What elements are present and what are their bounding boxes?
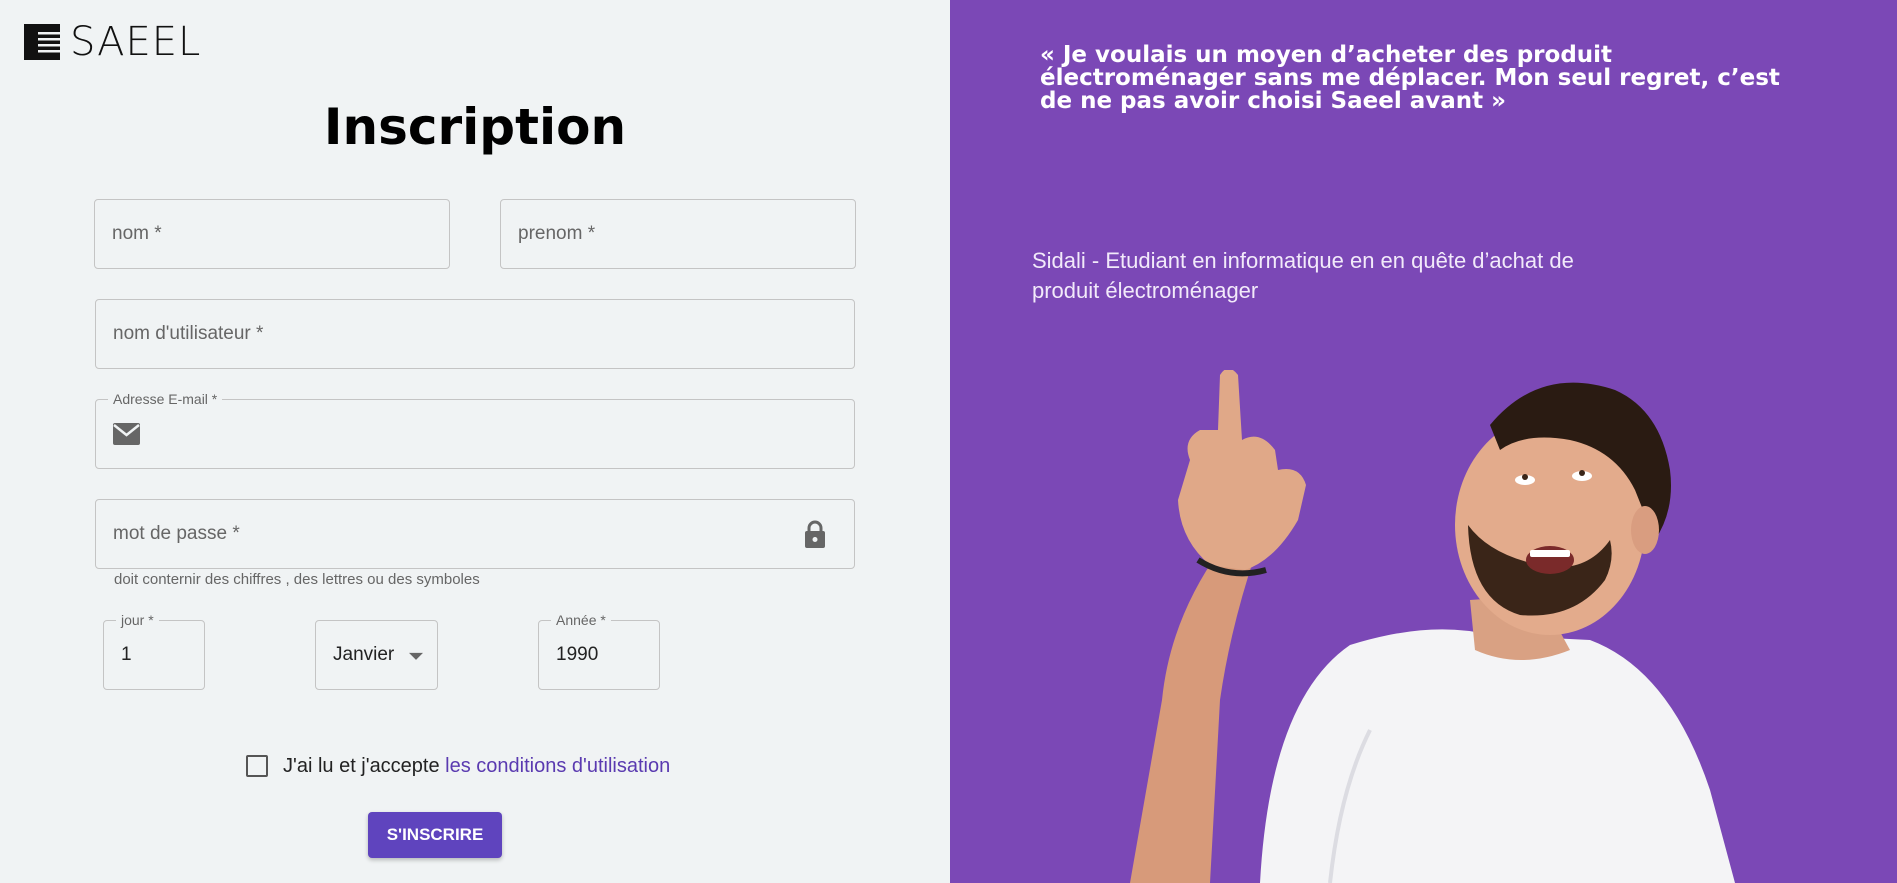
email-input[interactable]: Adresse E-mail * — [95, 391, 855, 469]
prenom-input[interactable]: prenom * — [500, 199, 856, 269]
month-select[interactable]: Janvier — [315, 620, 438, 690]
nom-input[interactable]: nom * — [94, 199, 450, 269]
terms-link[interactable]: les conditions d'utilisation — [445, 755, 670, 777]
lock-icon[interactable] — [804, 520, 826, 548]
brand-logo[interactable]: SAEEL — [24, 22, 201, 62]
username-input[interactable]: nom d'utilisateur * — [95, 299, 855, 369]
year-input[interactable]: Année * 1990 — [538, 612, 660, 690]
username-placeholder: nom d'utilisateur * — [113, 323, 264, 344]
email-label: Adresse E-mail * — [108, 391, 223, 407]
testimonial-quote: « Je voulais un moyen d’acheter des prod… — [1040, 42, 1780, 114]
month-value: Janvier — [333, 644, 395, 665]
terms-prefix: J'ai lu et j'accepte — [283, 755, 446, 777]
day-value: 1 — [121, 644, 132, 665]
dropdown-arrow-icon — [409, 652, 423, 660]
testimonial-panel: « Je voulais un moyen d’acheter des prod… — [950, 0, 1897, 883]
terms-checkbox[interactable] — [246, 755, 268, 777]
signup-panel: SAEEL Inscription nom * prenom * nom d'u… — [0, 0, 950, 883]
person-pointing-image — [1130, 370, 1735, 883]
day-label: jour * — [116, 612, 159, 628]
brand-name: SAEEL — [70, 19, 202, 65]
terms-text: J'ai lu et j'accepte les conditions d'ut… — [283, 755, 670, 778]
page-title: Inscription — [323, 98, 627, 156]
year-label: Année * — [551, 612, 611, 628]
password-placeholder: mot de passe * — [113, 523, 240, 544]
signup-button[interactable]: S'INSCRIRE — [368, 812, 502, 858]
day-input[interactable]: jour * 1 — [103, 612, 205, 690]
nom-placeholder: nom * — [112, 223, 162, 244]
year-value: 1990 — [556, 644, 599, 665]
mail-icon — [113, 423, 140, 445]
password-helper-text: doit conternir des chiffres , des lettre… — [114, 571, 480, 588]
password-input[interactable]: mot de passe * — [95, 499, 855, 569]
prenom-placeholder: prenom * — [518, 223, 596, 244]
testimonial-author: Sidali - Etudiant en informatique en en … — [1032, 248, 1574, 303]
logo-icon — [24, 24, 62, 60]
